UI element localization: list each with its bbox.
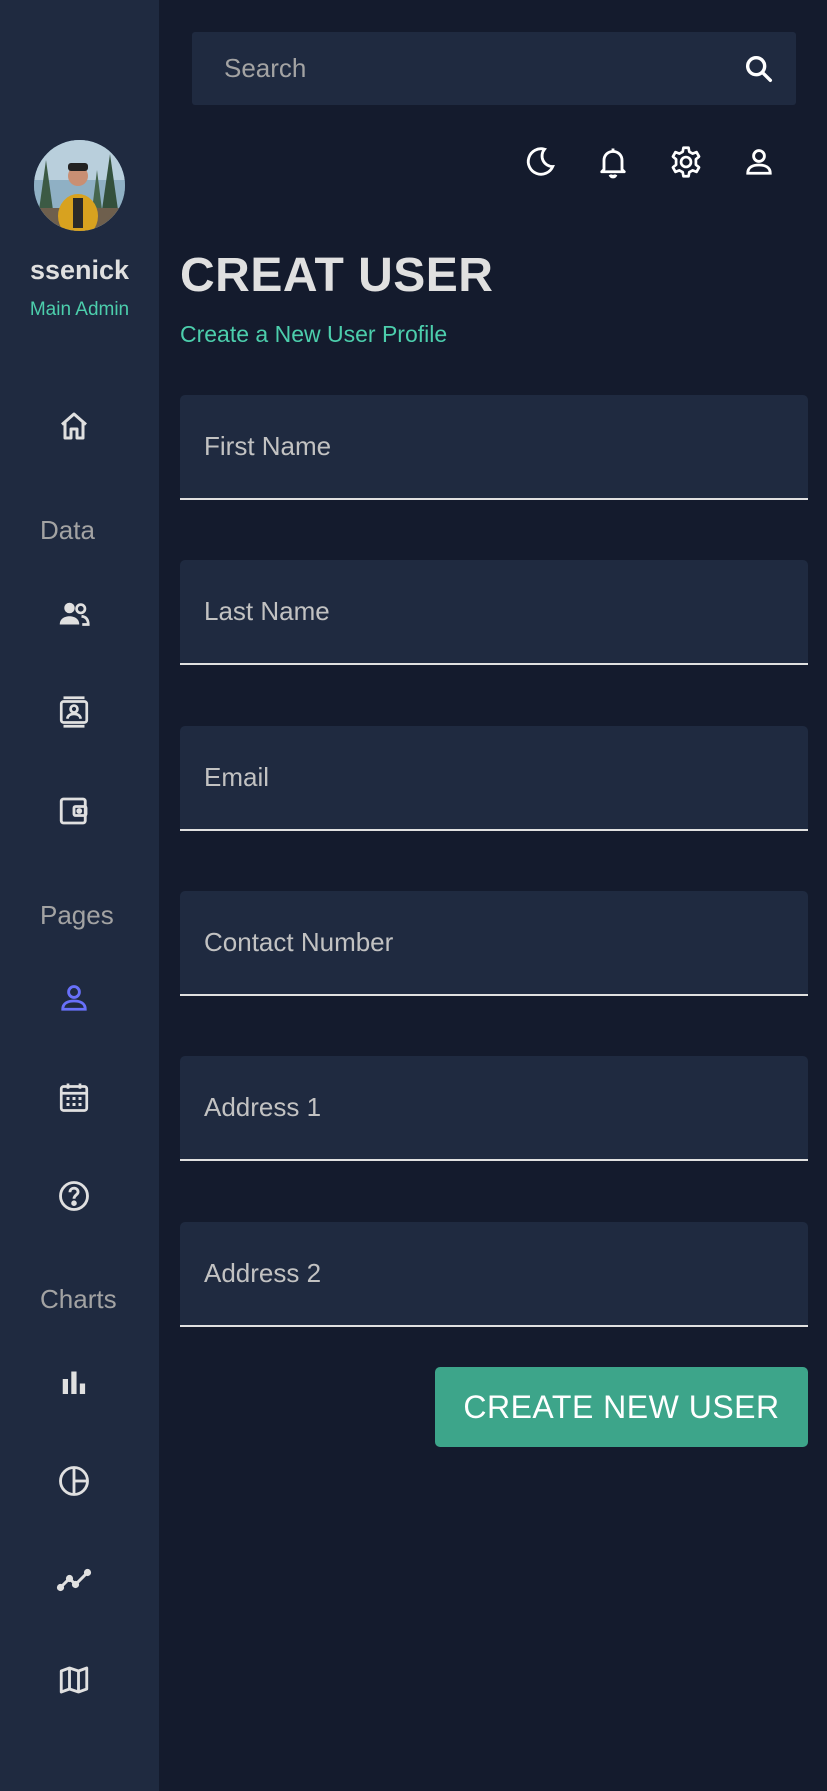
last-name-field-container	[180, 560, 808, 665]
search-input[interactable]	[192, 32, 722, 105]
search-icon[interactable]	[740, 50, 778, 88]
line-chart-icon[interactable]	[54, 1560, 94, 1600]
profile-icon[interactable]	[737, 140, 781, 184]
address2-field[interactable]	[180, 1222, 808, 1325]
first-name-field[interactable]	[180, 395, 808, 498]
map-icon[interactable]	[54, 1660, 94, 1700]
first-name-field-container	[180, 395, 808, 500]
home-icon[interactable]	[54, 406, 94, 446]
contact-number-field-container	[180, 891, 808, 996]
user-role: Main Admin	[29, 299, 130, 320]
notifications-icon[interactable]	[591, 140, 635, 184]
settings-icon[interactable]	[664, 140, 708, 184]
user-name: ssenick	[29, 255, 130, 285]
page-title: CREAT USER	[180, 249, 494, 302]
search-bar	[192, 32, 796, 105]
email-field-container	[180, 726, 808, 831]
pie-chart-icon[interactable]	[54, 1461, 94, 1501]
calendar-icon[interactable]	[54, 1077, 94, 1117]
address2-field-container	[180, 1222, 808, 1327]
dark-mode-icon[interactable]	[518, 140, 562, 184]
person-icon[interactable]	[54, 978, 94, 1018]
email-field[interactable]	[180, 726, 808, 829]
avatar[interactable]	[34, 140, 125, 231]
avatar-photo	[34, 140, 125, 231]
address1-field[interactable]	[180, 1056, 808, 1159]
contacts-icon[interactable]	[54, 692, 94, 732]
app-root: ssenick Main Admin Data Pages Charts Sea…	[0, 0, 827, 1791]
address1-field-container	[180, 1056, 808, 1161]
last-name-field[interactable]	[180, 560, 808, 663]
bar-chart-icon[interactable]	[54, 1362, 94, 1402]
sidebar: ssenick Main Admin Data Pages Charts	[0, 0, 159, 1791]
create-new-user-button[interactable]: CREATE NEW USER	[435, 1367, 808, 1447]
section-label-pages: Pages	[40, 900, 114, 930]
team-icon[interactable]	[54, 594, 94, 634]
contact-number-field[interactable]	[180, 891, 808, 994]
help-icon[interactable]	[54, 1176, 94, 1216]
section-label-charts: Charts	[40, 1284, 117, 1314]
page-subtitle: Create a New User Profile	[180, 321, 448, 347]
invoices-icon[interactable]	[54, 791, 94, 831]
section-label-data: Data	[40, 515, 95, 545]
